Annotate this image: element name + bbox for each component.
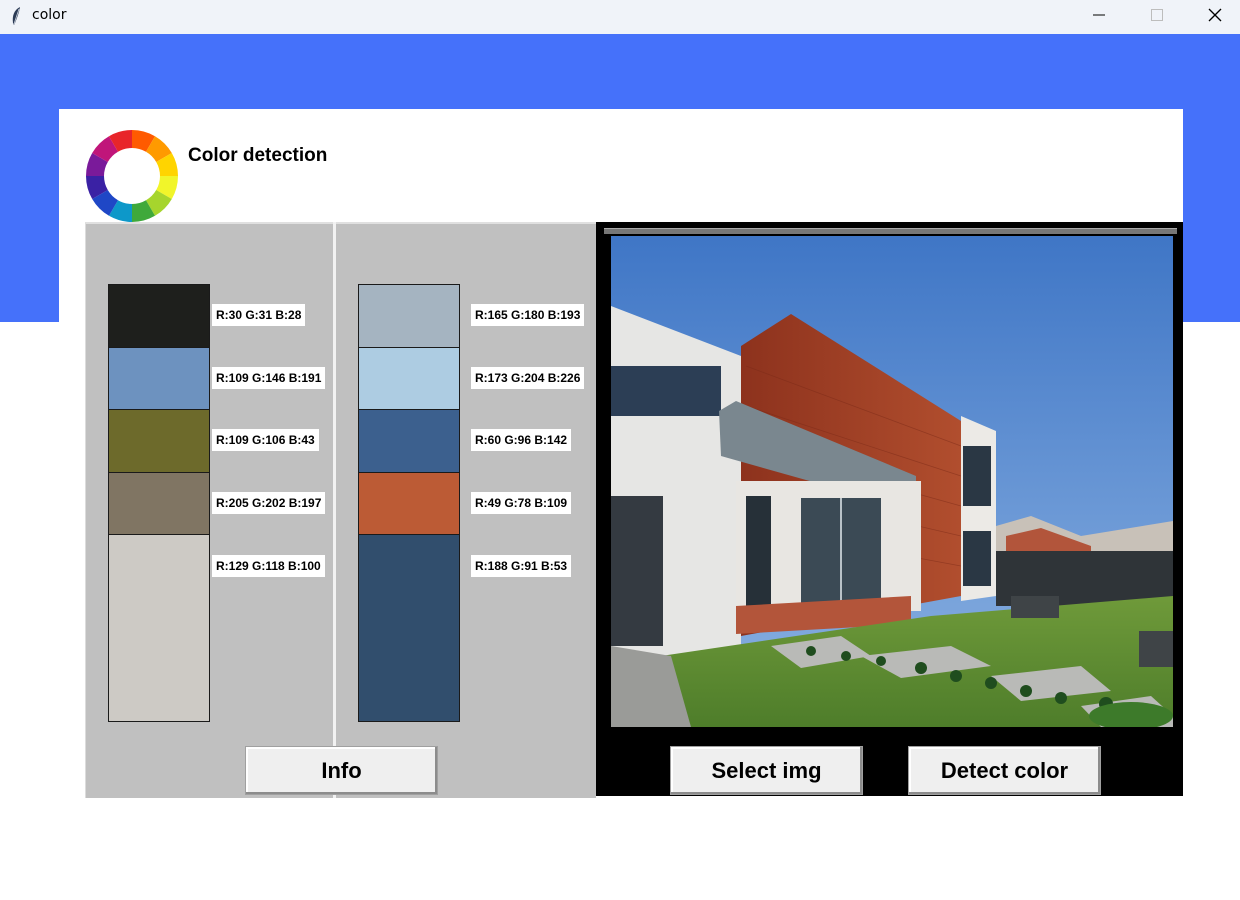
rgb-label: R:109 G:146 B:191 bbox=[212, 367, 326, 389]
color-wheel-logo bbox=[86, 130, 178, 222]
rgb-label: R:109 G:106 B:43 bbox=[212, 429, 319, 451]
color-swatch bbox=[109, 473, 209, 535]
swatch-stack-right bbox=[358, 284, 460, 722]
rgb-label: R:30 G:31 B:28 bbox=[212, 304, 306, 326]
rgb-label: R:188 G:91 B:53 bbox=[471, 555, 572, 577]
swatch-stack-left bbox=[108, 284, 210, 722]
minimize-button[interactable] bbox=[1070, 0, 1128, 30]
minimize-icon bbox=[1093, 14, 1105, 16]
color-swatch bbox=[109, 348, 209, 410]
horizontal-scrollbar[interactable] bbox=[604, 228, 1177, 234]
rgb-label: R:165 G:180 B:193 bbox=[471, 304, 585, 326]
detect-color-button[interactable]: Detect color bbox=[908, 746, 1101, 795]
info-button[interactable]: Info bbox=[245, 746, 438, 795]
rgb-label: R:60 G:96 B:142 bbox=[471, 429, 572, 451]
feather-icon bbox=[12, 7, 20, 25]
maximize-button[interactable] bbox=[1128, 0, 1186, 30]
rgb-label: R:129 G:118 B:100 bbox=[212, 555, 325, 577]
maximize-icon bbox=[1151, 9, 1163, 21]
app-heading: Color detection bbox=[188, 145, 328, 166]
close-button[interactable] bbox=[1186, 0, 1240, 30]
color-swatch bbox=[359, 348, 459, 410]
select-img-button[interactable]: Select img bbox=[670, 746, 863, 795]
color-swatch bbox=[109, 410, 209, 473]
rgb-label: R:49 G:78 B:109 bbox=[471, 492, 572, 514]
window-title: color bbox=[32, 7, 67, 23]
color-swatch bbox=[359, 285, 459, 348]
color-swatch bbox=[109, 285, 209, 348]
color-swatch bbox=[359, 410, 459, 473]
house-photo bbox=[611, 236, 1173, 727]
color-swatch bbox=[359, 473, 459, 535]
window-titlebar: color bbox=[0, 0, 1240, 34]
color-swatch bbox=[359, 535, 459, 721]
color-swatch bbox=[109, 535, 209, 721]
close-icon bbox=[1208, 8, 1222, 22]
rgb-label: R:205 G:202 B:197 bbox=[212, 492, 326, 514]
rgb-label: R:173 G:204 B:226 bbox=[471, 367, 585, 389]
